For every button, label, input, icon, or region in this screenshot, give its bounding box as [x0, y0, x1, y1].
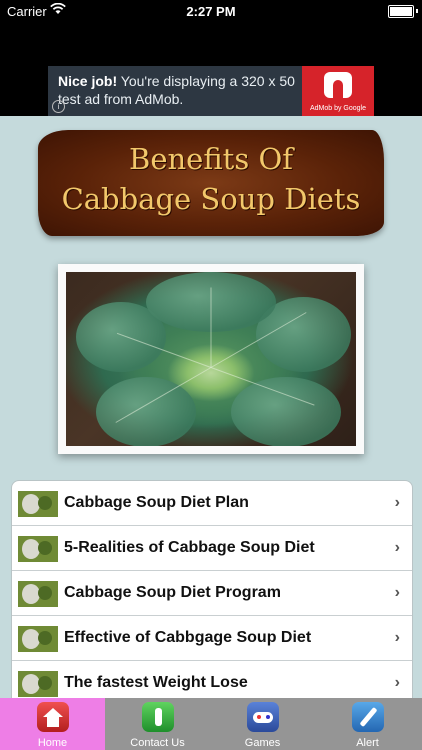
tab-alert[interactable]: Alert — [315, 698, 420, 750]
tab-games[interactable]: Games — [210, 698, 315, 750]
ad-info-icon[interactable]: i — [52, 100, 65, 113]
status-bar: Carrier 2:27 PM — [0, 0, 422, 22]
list-item[interactable]: 5-Realities of Cabbage Soup Diet › — [12, 526, 412, 571]
list-item[interactable]: Cabbage Soup Diet Plan › — [12, 481, 412, 526]
chevron-right-icon: › — [394, 674, 400, 691]
ad-banner[interactable]: Nice job! You're displaying a 320 x 50 t… — [48, 66, 374, 116]
leaf-shape — [231, 377, 341, 446]
chevron-right-icon: › — [394, 494, 400, 511]
admob-mark-icon — [324, 72, 352, 98]
title-banner: Benefits Of Cabbage Soup Diets — [38, 130, 384, 236]
cabbage-thumbnail-icon — [18, 581, 58, 607]
tab-home[interactable]: Home — [0, 698, 105, 750]
touch-icon — [142, 702, 174, 732]
chevron-right-icon: › — [394, 629, 400, 646]
pen-icon — [352, 702, 384, 732]
battery-tip — [416, 9, 418, 13]
tab-label: Home — [37, 737, 68, 749]
chevron-right-icon: › — [394, 539, 400, 556]
cabbage-photo — [66, 272, 356, 446]
ad-headline: Nice job! — [58, 73, 118, 89]
list-item-label: 5-Realities of Cabbage Soup Diet — [64, 539, 315, 556]
leaf-vein — [210, 287, 212, 368]
admob-brand: AdMob by Google — [309, 105, 367, 112]
cabbage-thumbnail-icon — [18, 626, 58, 652]
list-item[interactable]: Cabbage Soup Diet Program › — [12, 571, 412, 616]
leaf-shape — [96, 377, 196, 446]
list-item-label: Cabbage Soup Diet Program — [64, 584, 281, 601]
cabbage-photo-frame — [58, 264, 364, 454]
clock: 2:27 PM — [186, 4, 236, 19]
list-item-label: The fastest Weight Lose — [64, 674, 248, 691]
tab-label: Alert — [356, 737, 379, 749]
cabbage-thumbnail-icon — [18, 536, 58, 562]
menu-list: Cabbage Soup Diet Plan › 5-Realities of … — [11, 480, 413, 722]
admob-logo: AdMob by Google — [302, 66, 374, 116]
title-line-2: Cabbage Soup Diets — [61, 182, 361, 216]
cabbage-thumbnail-icon — [18, 671, 58, 697]
top-black-bar — [0, 22, 422, 66]
gamepad-icon — [247, 702, 279, 732]
list-item[interactable]: Effective of Cabbgage Soup Diet › — [12, 616, 412, 661]
list-item-label: Cabbage Soup Diet Plan — [64, 494, 249, 511]
tab-label: Games — [244, 737, 281, 749]
battery-icon — [388, 5, 414, 18]
tab-contact-us[interactable]: Contact Us — [105, 698, 210, 750]
tab-label: Contact Us — [130, 737, 185, 749]
list-item-label: Effective of Cabbgage Soup Diet — [64, 629, 312, 646]
cabbage-thumbnail-icon — [18, 491, 58, 517]
tab-bar: Home Contact Us Games Alert — [0, 698, 422, 750]
ad-text: Nice job! You're displaying a 320 x 50 t… — [58, 72, 304, 108]
chevron-right-icon: › — [394, 584, 400, 601]
title-line-1: Benefits Of — [129, 142, 293, 176]
home-icon — [37, 702, 69, 732]
